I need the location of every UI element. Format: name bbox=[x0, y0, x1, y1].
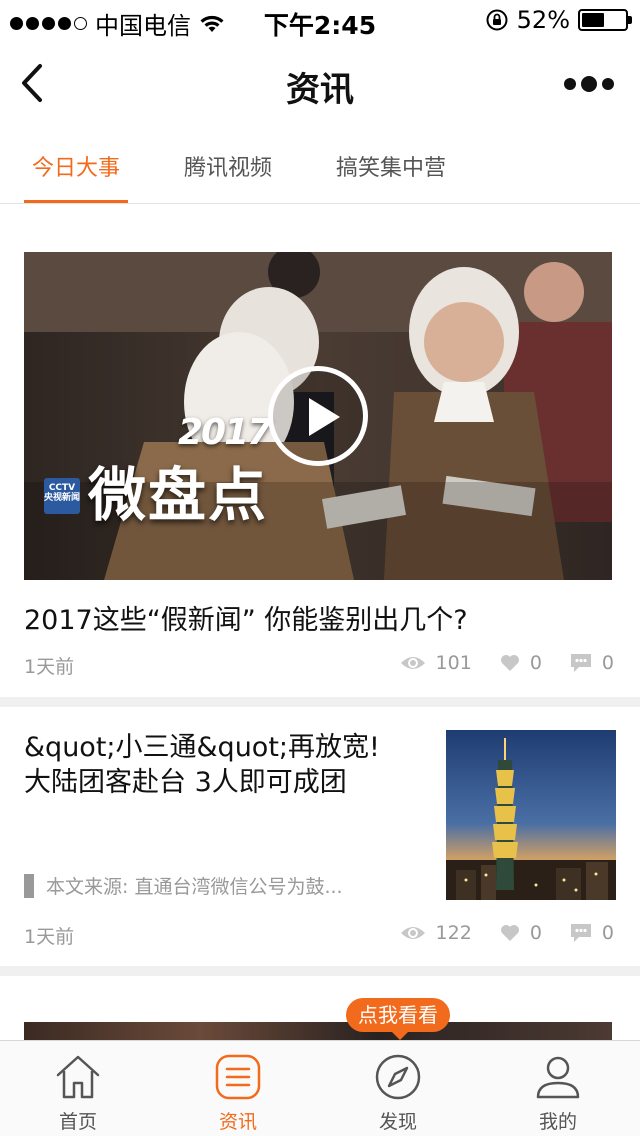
eye-icon bbox=[400, 927, 425, 939]
compass-icon bbox=[375, 1054, 421, 1100]
play-icon bbox=[309, 398, 340, 436]
tab-today-news[interactable]: 今日大事 bbox=[32, 150, 120, 182]
likes-count: 0 bbox=[529, 922, 542, 944]
bottom-tab-discover[interactable]: 发现 bbox=[338, 1053, 458, 1134]
article-source: 本文来源: 直通台湾微信公号为鼓... bbox=[24, 872, 424, 899]
comments-stat[interactable]: 0 bbox=[570, 922, 614, 944]
article-title[interactable]: &quot;小三通&quot;再放宽! 大陆团客赴台 3人即可成团 bbox=[24, 730, 424, 800]
check-it-out-badge[interactable]: 点我看看 bbox=[346, 998, 450, 1040]
page-title: 资讯 bbox=[286, 70, 354, 110]
heart-icon bbox=[500, 655, 519, 671]
bottom-tab-news[interactable]: 资讯 bbox=[178, 1053, 298, 1134]
overlay-year: 2017 bbox=[178, 412, 272, 453]
article-thumbnail[interactable] bbox=[446, 730, 616, 900]
play-button[interactable] bbox=[268, 366, 368, 466]
comments-count: 0 bbox=[601, 652, 614, 674]
card-separator bbox=[0, 697, 640, 707]
views-count: 101 bbox=[435, 652, 472, 674]
more-button[interactable] bbox=[564, 76, 614, 92]
bottom-tab-label: 我的 bbox=[538, 1111, 577, 1133]
category-tabs: 今日大事 腾讯视频 搞笑集中营 bbox=[0, 128, 640, 204]
views-stat: 101 bbox=[400, 652, 472, 674]
tab-funny-camp[interactable]: 搞笑集中营 bbox=[336, 150, 446, 182]
comments-count: 0 bbox=[601, 922, 614, 944]
overlay-title: 微盘点 bbox=[88, 461, 269, 529]
battery-icon bbox=[578, 9, 632, 31]
battery-level bbox=[582, 13, 604, 27]
article-title-line2: 大陆团客赴台 3人即可成团 bbox=[24, 767, 347, 799]
status-right: 52% bbox=[485, 6, 632, 34]
eye-icon bbox=[400, 657, 425, 669]
battery-percent: 52% bbox=[516, 6, 570, 34]
article-time: 1天前 bbox=[24, 926, 75, 948]
list-icon bbox=[215, 1054, 261, 1100]
article-title[interactable]: 2017这些“假新闻” 你能鉴别出几个? bbox=[24, 598, 468, 637]
likes-stat[interactable]: 0 bbox=[500, 922, 542, 944]
comment-icon bbox=[570, 654, 591, 672]
source-marker bbox=[24, 873, 34, 898]
next-article-thumbnail[interactable] bbox=[24, 1022, 612, 1042]
bottom-tab-me[interactable]: 我的 bbox=[498, 1053, 618, 1134]
bottom-tab-label: 发现 bbox=[378, 1111, 417, 1133]
comments-stat[interactable]: 0 bbox=[570, 652, 614, 674]
views-stat: 122 bbox=[400, 922, 472, 944]
cctv-logo: CCTV 央视新闻 bbox=[44, 478, 80, 514]
taipei-101-image bbox=[446, 730, 616, 900]
bottom-tab-label: 资讯 bbox=[218, 1111, 257, 1133]
tab-underline bbox=[24, 200, 128, 203]
heart-icon bbox=[500, 925, 519, 941]
article-stats: 122 0 0 bbox=[372, 922, 614, 944]
status-bar: 中国电信 下午2:45 52% bbox=[0, 0, 640, 40]
rotation-lock-icon bbox=[486, 9, 508, 31]
tab-tencent-video[interactable]: 腾讯视频 bbox=[184, 150, 272, 182]
article-time: 1天前 bbox=[24, 656, 75, 678]
nav-bar: 资讯 bbox=[0, 40, 640, 128]
views-count: 122 bbox=[435, 922, 472, 944]
source-text: 本文来源: 直通台湾微信公号为鼓... bbox=[46, 876, 343, 898]
card-separator bbox=[0, 966, 640, 976]
bottom-tab-bar: 首页 资讯 发现 我的 bbox=[0, 1040, 640, 1136]
video-thumbnail[interactable]: CCTV 央视新闻 2017 微盘点 bbox=[24, 252, 612, 580]
bottom-tab-label: 首页 bbox=[58, 1111, 97, 1133]
user-icon bbox=[536, 1056, 580, 1099]
article-stats: 101 0 0 bbox=[372, 652, 614, 674]
article-title-line1: &quot;小三通&quot;再放宽! bbox=[24, 732, 380, 763]
likes-count: 0 bbox=[529, 652, 542, 674]
home-icon bbox=[56, 1055, 100, 1099]
likes-stat[interactable]: 0 bbox=[500, 652, 542, 674]
bottom-tab-home[interactable]: 首页 bbox=[18, 1053, 138, 1134]
more-dots-icon bbox=[564, 78, 576, 90]
comment-icon bbox=[570, 924, 591, 942]
